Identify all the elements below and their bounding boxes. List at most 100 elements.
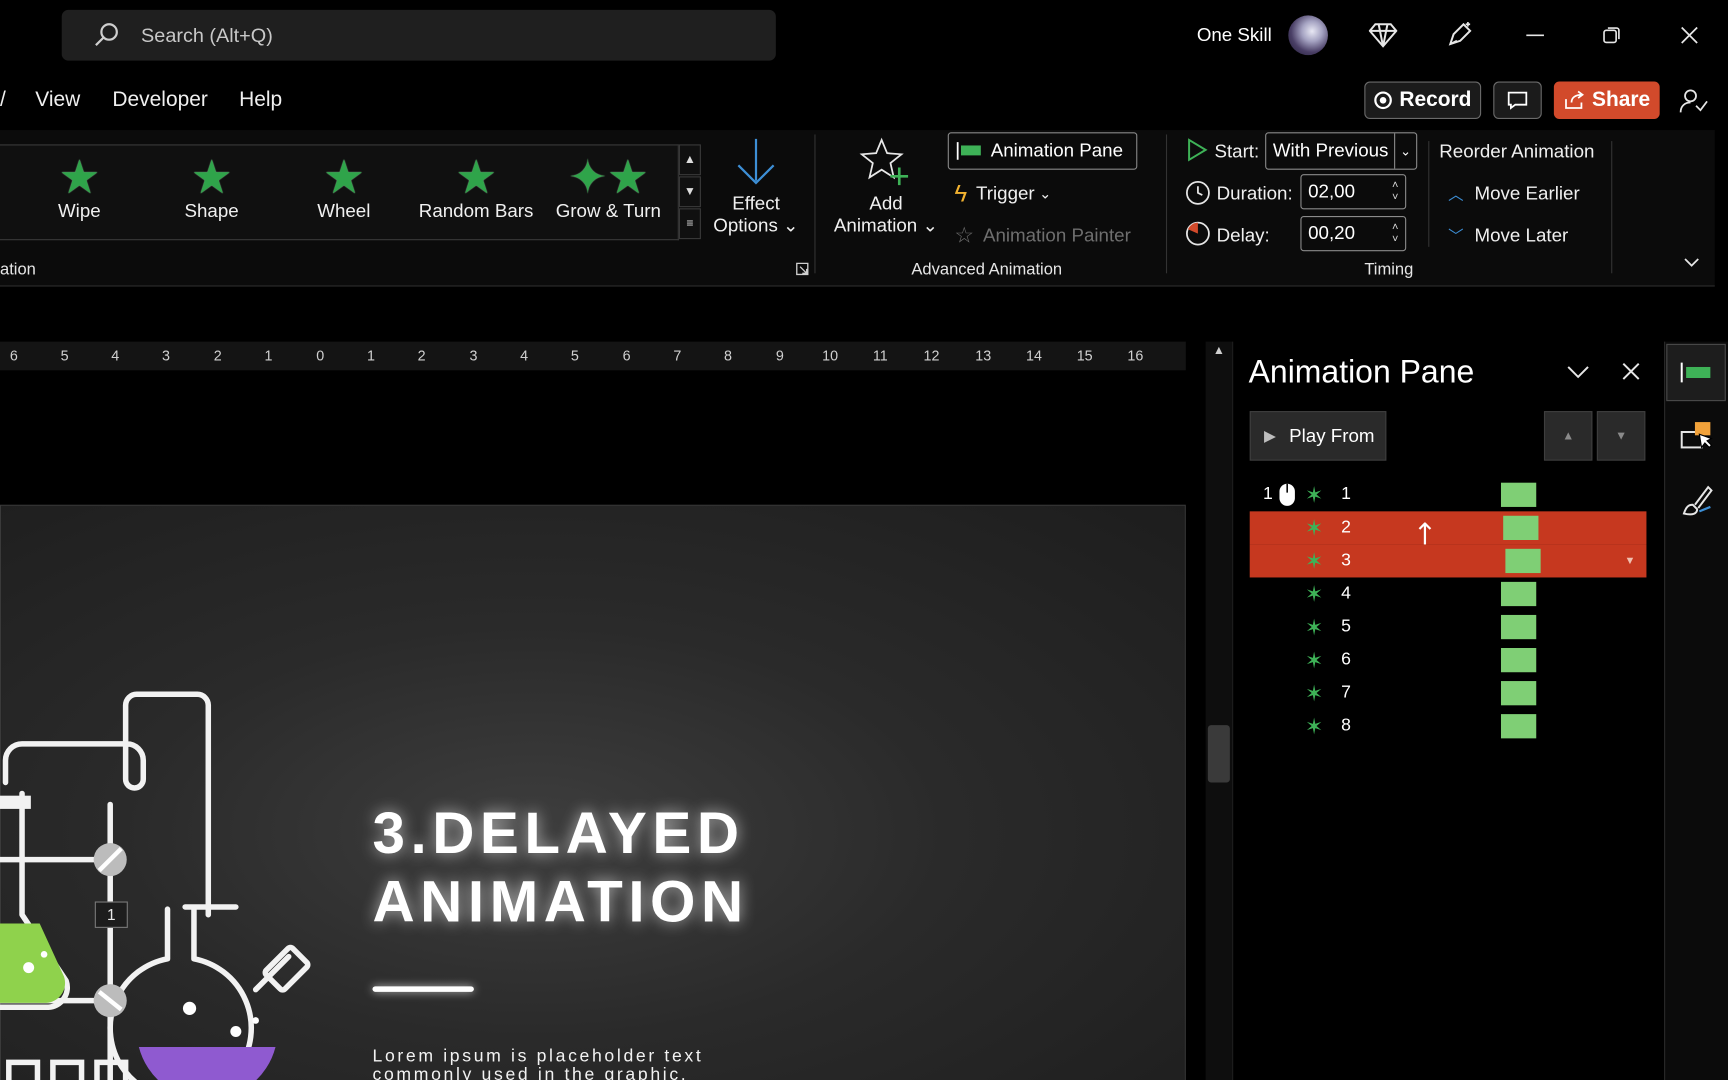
effect-star-icon: ✶ <box>1304 648 1324 673</box>
delay-value: 00,20 <box>1308 222 1356 244</box>
close-window-icon[interactable] <box>1680 25 1700 45</box>
animation-item-label: 4 <box>1341 584 1351 603</box>
play-from-button[interactable]: ▶ Play From <box>1249 411 1387 461</box>
play-icon: ▶ <box>1264 426 1276 445</box>
gallery-scroll-up[interactable]: ▲ <box>678 144 701 176</box>
ribbon-separator <box>1611 141 1613 274</box>
slide-title-line-1: 3.DELAYED <box>372 801 745 867</box>
animation-item-4[interactable]: ✶ 4 <box>1250 577 1647 610</box>
horizontal-ruler: 6 5 4 3 2 1 0 1 2 3 4 5 6 7 8 9 10 11 12… <box>0 341 1186 371</box>
slide-scrollbar[interactable]: ▲ <box>1205 341 1233 1080</box>
user-name[interactable]: One Skill <box>1197 24 1272 46</box>
record-button[interactable]: Record <box>1364 81 1482 120</box>
add-star-icon <box>859 137 909 186</box>
animation-painter-label: Animation Painter <box>982 224 1131 246</box>
mouse-click-icon <box>1279 483 1295 506</box>
avatar[interactable] <box>1288 15 1328 56</box>
minimize-icon[interactable] <box>1525 26 1545 44</box>
pane-close-icon[interactable] <box>1621 361 1641 381</box>
spin-arrows-icon[interactable]: ˄ ˅ <box>1392 180 1398 204</box>
share-icon <box>1564 90 1584 109</box>
add-animation-button[interactable]: Add Animation ⌄ <box>831 137 941 237</box>
pen-sparkle-icon[interactable] <box>1444 20 1475 51</box>
pane-options-chevron-icon[interactable] <box>1566 364 1590 382</box>
timeline-bar <box>1500 714 1537 739</box>
search-box[interactable]: Search (Alt+Q) <box>61 9 776 61</box>
animation-item-3[interactable]: ✶ 3 ▼ <box>1249 544 1647 578</box>
wheel-star-icon: ★ <box>323 150 365 203</box>
move-later-button[interactable]: ﹀ Move Later <box>1448 225 1568 247</box>
gallery-more[interactable]: ≡ <box>678 208 701 240</box>
gallery-item-wipe[interactable]: ★ Wipe <box>19 154 140 222</box>
slide-body-text[interactable]: Lorem ipsum is placeholder text commonly… <box>372 1047 813 1080</box>
dialog-launcher-icon[interactable] <box>796 262 809 276</box>
gallery-item-random-bars[interactable]: ★ Random Bars <box>415 154 536 222</box>
animation-pane-toggle[interactable]: Animation Pane <box>947 132 1138 170</box>
animation-item-2[interactable]: ✶ 2 <box>1249 511 1647 556</box>
menu-help[interactable]: Help <box>239 88 282 112</box>
grow-turn-star-icon: ✦★ <box>568 150 649 203</box>
duration-input[interactable]: 02,00 ˄ ˅ <box>1300 174 1407 210</box>
animation-item-7[interactable]: ✶ 7 <box>1250 677 1647 710</box>
record-label: Record <box>1399 88 1472 112</box>
animation-item-8[interactable]: ✶ 8 <box>1250 710 1647 743</box>
slide-title[interactable]: 3.DELAYED ANIMATION <box>372 800 748 937</box>
gallery-label-wipe: Wipe <box>57 200 101 222</box>
restore-icon[interactable] <box>1602 25 1622 45</box>
effect-options-button[interactable]: Effect Options ⌄ <box>705 137 806 237</box>
powerpoint-window: Search (Alt+Q) One Skill / View Develope… <box>0 0 1728 1080</box>
group-label-animation: ation <box>0 260 36 279</box>
designer-brush-icon[interactable] <box>1680 483 1715 518</box>
delay-input[interactable]: 00,20 ˄ ˅ <box>1300 215 1407 252</box>
animation-item-5[interactable]: ✶ 5 <box>1250 611 1647 644</box>
gallery-label-shape: Shape <box>184 200 239 222</box>
scroll-up-icon[interactable]: ▲ <box>1206 344 1232 357</box>
gallery-label-wheel: Wheel <box>317 200 371 222</box>
start-select[interactable]: With Previous ⌄ <box>1265 132 1418 170</box>
spin-arrows-icon[interactable]: ˄ ˅ <box>1392 222 1398 246</box>
menu-developer[interactable]: Developer <box>112 88 207 112</box>
ruler-tick: 8 <box>724 347 733 364</box>
move-down-button[interactable]: ▼ <box>1596 411 1646 461</box>
ruler-tick: 13 <box>975 347 992 364</box>
gallery-item-wheel[interactable]: ★ Wheel <box>283 154 404 222</box>
timeline-bar <box>1500 482 1537 507</box>
lightning-icon: ϟ <box>954 179 968 208</box>
side-animation-pane-button[interactable] <box>1666 343 1726 402</box>
effect-star-icon: ✶ <box>1304 549 1324 574</box>
ruler-tick: 10 <box>822 347 839 364</box>
group-label-advanced: Advanced Animation <box>911 260 1063 279</box>
coauthor-icon[interactable] <box>1677 86 1708 117</box>
comments-button[interactable] <box>1493 81 1542 120</box>
move-earlier-button[interactable]: ︿ Move Earlier <box>1448 183 1580 205</box>
move-up-button[interactable]: ▲ <box>1543 411 1593 461</box>
trigger-button[interactable]: ϟ Trigger ⌄ <box>954 180 1051 209</box>
effect-star-icon: ✶ <box>1304 516 1324 541</box>
effect-arrow-icon <box>737 138 775 185</box>
effect-options-label-2: Options ⌄ <box>713 214 799 236</box>
ribbon-separator <box>814 134 816 274</box>
clock-icon <box>1186 180 1210 205</box>
selection-pane-icon[interactable] <box>1680 419 1715 454</box>
animation-order-badge[interactable]: 1 <box>94 901 128 928</box>
ribbon-collapse-icon[interactable] <box>1683 256 1701 269</box>
menu-partial-tab[interactable]: / <box>0 88 6 112</box>
menu-view[interactable]: View <box>35 88 80 112</box>
ribbon-separator <box>1428 141 1430 247</box>
painter-star-icon: ☆ <box>954 223 975 248</box>
ruler-tick: 2 <box>417 347 426 364</box>
animation-painter-button[interactable]: ☆ Animation Painter <box>954 222 1130 250</box>
animation-item-1[interactable]: 1 ✶ 1 <box>1250 478 1647 511</box>
timeline-bar <box>1500 581 1537 607</box>
ruler-tick: 3 <box>161 347 170 364</box>
gallery-item-grow-turn[interactable]: ✦★ Grow & Turn <box>548 154 669 222</box>
scroll-thumb[interactable] <box>1207 725 1230 783</box>
diamond-icon[interactable] <box>1368 22 1398 48</box>
animation-item-label: 5 <box>1341 617 1351 636</box>
item-dropdown-icon[interactable]: ▼ <box>1625 555 1636 567</box>
gallery-item-shape[interactable]: ★ Shape <box>151 154 272 222</box>
animation-pane-icon <box>1680 362 1711 383</box>
share-button[interactable]: Share <box>1553 81 1660 120</box>
gallery-scroll-down[interactable]: ▼ <box>678 176 701 208</box>
animation-item-6[interactable]: ✶ 6 <box>1250 644 1647 677</box>
